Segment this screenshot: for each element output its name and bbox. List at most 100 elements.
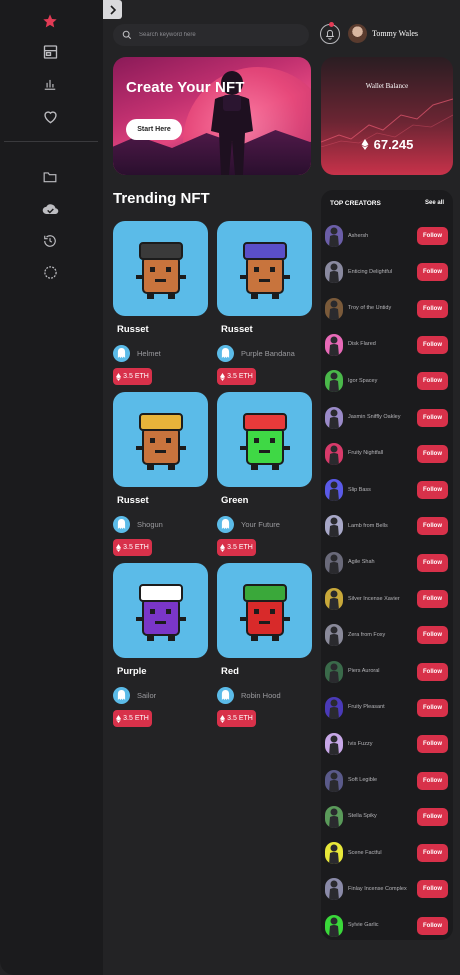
user-name[interactable]: Tommy Wales xyxy=(372,29,418,38)
creator-name: Jasmin Sniffly Oakley xyxy=(348,414,401,420)
nft-card[interactable]: Russet Helmet 3.5 ETH xyxy=(113,221,208,385)
creator-avatar[interactable] xyxy=(325,588,343,610)
nft-image[interactable] xyxy=(217,392,312,487)
nft-owner[interactable]: Helmet xyxy=(113,344,208,362)
price-value: 3.5 ETH xyxy=(123,715,149,722)
creator-avatar[interactable] xyxy=(325,914,343,937)
creator-avatar[interactable] xyxy=(325,225,343,247)
follow-button[interactable]: Follow xyxy=(417,807,448,826)
price-value: 3.5 ETH xyxy=(123,373,149,380)
follow-button[interactable]: Follow xyxy=(417,771,448,790)
pixel-character xyxy=(240,413,290,470)
collapse-sidebar-button[interactable] xyxy=(103,0,122,19)
star-icon[interactable] xyxy=(40,11,60,31)
ghost-icon xyxy=(117,690,126,700)
price-badge[interactable]: 3.5 ETH xyxy=(113,539,152,556)
owner-avatar xyxy=(217,344,234,362)
price-badge[interactable]: 3.5 ETH xyxy=(217,539,256,556)
creator-avatar[interactable] xyxy=(325,878,343,901)
nft-owner[interactable]: Your Future xyxy=(217,515,312,533)
follow-button[interactable]: Follow xyxy=(417,481,448,500)
price-value: 3.5 ETH xyxy=(123,544,149,551)
see-all-link[interactable]: See all xyxy=(425,200,444,206)
creator-avatar[interactable] xyxy=(325,333,343,356)
follow-button[interactable]: Follow xyxy=(417,553,448,572)
creator-avatar[interactable] xyxy=(325,479,343,502)
nft-image[interactable] xyxy=(113,392,208,487)
nft-image[interactable] xyxy=(113,563,208,658)
follow-button[interactable]: Follow xyxy=(417,227,448,245)
follow-button[interactable]: Follow xyxy=(417,335,448,354)
nft-card[interactable]: Russet Shogun 3.5 ETH xyxy=(113,392,208,556)
heart-icon[interactable] xyxy=(40,106,60,126)
creator-row: Silver Incense Xavier Follow xyxy=(325,588,451,610)
follow-button[interactable]: Follow xyxy=(417,408,448,427)
creator-avatar[interactable] xyxy=(325,733,343,756)
follow-button[interactable]: Follow xyxy=(417,735,448,754)
follow-button[interactable]: Follow xyxy=(417,590,448,608)
wallet-title: Wallet Balance xyxy=(365,82,409,90)
price-badge[interactable]: 3.5 ETH xyxy=(217,710,256,727)
character-avatar xyxy=(329,372,339,393)
chart-icon[interactable] xyxy=(40,74,60,94)
nft-image[interactable] xyxy=(113,221,208,316)
price-badge[interactable]: 3.5 ETH xyxy=(217,368,256,385)
nft-name: Russet xyxy=(221,324,253,335)
nft-card[interactable]: Purple Sailor 3.5 ETH xyxy=(113,563,208,727)
creator-avatar[interactable] xyxy=(325,696,343,719)
creator-row: Igor Spacey Follow xyxy=(325,370,451,393)
creator-avatar[interactable] xyxy=(325,442,343,465)
follow-button[interactable]: Follow xyxy=(417,263,448,282)
creator-avatar[interactable] xyxy=(325,551,343,574)
creator-name: Silver Incense Xavier xyxy=(348,595,400,602)
follow-button[interactable]: Follow xyxy=(417,444,448,463)
price-value: 3.5 ETH xyxy=(227,373,253,380)
follow-button[interactable]: Follow xyxy=(417,916,448,935)
nft-owner[interactable]: Robin Hood xyxy=(217,686,312,704)
banner-title: Create Your NFT xyxy=(126,79,245,96)
cloud-check-icon[interactable] xyxy=(40,199,60,219)
search-input[interactable] xyxy=(139,32,299,38)
search-bar[interactable] xyxy=(113,24,309,46)
follow-button[interactable]: Follow xyxy=(417,698,448,717)
follow-button[interactable]: Follow xyxy=(417,662,448,681)
creator-avatar[interactable] xyxy=(325,515,343,538)
creator-avatar[interactable] xyxy=(325,624,343,647)
creator-avatar[interactable] xyxy=(325,769,343,792)
nft-owner[interactable]: Sailor xyxy=(113,686,208,704)
user-avatar[interactable] xyxy=(348,24,367,43)
ghost-icon xyxy=(221,348,230,358)
nft-owner[interactable]: Purple Bandana xyxy=(217,344,312,362)
character-avatar xyxy=(329,663,339,683)
nft-image[interactable] xyxy=(217,563,312,658)
creator-avatar[interactable] xyxy=(325,842,343,865)
folder-icon[interactable] xyxy=(40,167,60,187)
nft-card[interactable]: Russet Purple Bandana 3.5 ETH xyxy=(217,221,312,385)
creator-avatar[interactable] xyxy=(325,406,343,429)
creator-avatar[interactable] xyxy=(325,297,343,320)
nft-owner[interactable]: Shogun xyxy=(113,515,208,533)
creator-avatar[interactable] xyxy=(325,805,343,828)
nft-image[interactable] xyxy=(217,221,312,316)
character-avatar xyxy=(329,263,339,284)
follow-button[interactable]: Follow xyxy=(417,372,448,391)
price-badge[interactable]: 3.5 ETH xyxy=(113,368,152,385)
price-badge[interactable]: 3.5 ETH xyxy=(113,710,152,727)
follow-button[interactable]: Follow xyxy=(417,626,448,645)
nft-card[interactable]: Red Robin Hood 3.5 ETH xyxy=(217,563,312,727)
creator-avatar[interactable] xyxy=(325,370,343,393)
creator-avatar[interactable] xyxy=(325,261,343,284)
history-icon[interactable] xyxy=(40,231,60,251)
nft-card[interactable]: Green Your Future 3.5 ETH xyxy=(217,392,312,556)
start-here-button[interactable]: Start Here xyxy=(126,119,182,140)
follow-button[interactable]: Follow xyxy=(417,880,448,899)
creator-avatar[interactable] xyxy=(325,660,343,683)
notification-button[interactable] xyxy=(320,24,340,44)
follow-button[interactable]: Follow xyxy=(417,299,448,318)
settings-icon[interactable] xyxy=(40,262,60,282)
creator-name: Scene Factful xyxy=(348,849,382,856)
owner-avatar xyxy=(217,686,234,704)
follow-button[interactable]: Follow xyxy=(417,844,448,863)
follow-button[interactable]: Follow xyxy=(417,517,448,536)
store-icon[interactable] xyxy=(40,42,60,62)
